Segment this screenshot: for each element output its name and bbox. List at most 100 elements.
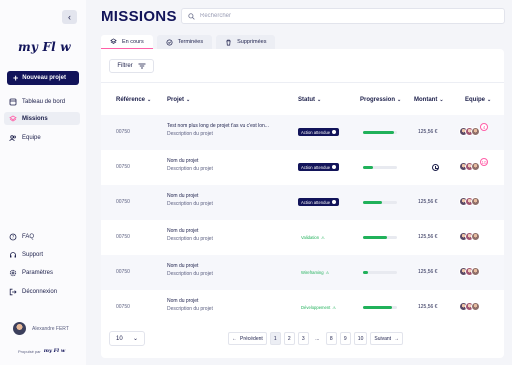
- avatar: [471, 267, 480, 276]
- arrow-right-icon: →: [394, 335, 400, 342]
- search-bar[interactable]: [181, 8, 505, 24]
- status-badge: Développement ⚠: [298, 303, 339, 311]
- powered-by-logo: my Fl w: [43, 348, 66, 354]
- status-label: Wireframing: [301, 269, 324, 275]
- table-row[interactable]: 00750 Nom du projet Description du projet A…: [101, 150, 504, 185]
- page-button[interactable]: 2: [283, 332, 295, 345]
- sidebar-item-dashboard[interactable]: Tableau de bord: [4, 95, 80, 108]
- progress-fill: [363, 131, 394, 134]
- previous-page-label: Précédent: [240, 335, 263, 342]
- rows-per-page-value: 10: [116, 335, 123, 342]
- status-badge: Action attendue: [298, 163, 340, 171]
- sidebar-item-label: Tableau de bord: [22, 98, 66, 105]
- trash-icon: [226, 39, 231, 45]
- column-header-progress[interactable]: Progression ⌄: [360, 97, 401, 103]
- powered-by: Propulsé par my Fl w: [18, 348, 65, 354]
- avatar: [471, 302, 480, 311]
- alert-icon: [332, 165, 337, 169]
- project-description: Description du projet: [167, 201, 213, 207]
- rows-per-page-select[interactable]: 10 ⌄: [109, 331, 145, 346]
- sidebar-item-settings[interactable]: Paramètres: [4, 266, 80, 279]
- dashboard-icon: [9, 98, 17, 106]
- column-header-team[interactable]: Equipe ⌄: [465, 97, 491, 103]
- warning-icon: ⚠: [321, 234, 325, 240]
- column-header-status[interactable]: Statut ⌄: [298, 97, 321, 103]
- page-button[interactable]: 8: [325, 332, 337, 345]
- chevron-down-icon: ⌄: [439, 97, 444, 103]
- table-row[interactable]: 00750 Nom du projet Description du projet A…: [101, 185, 504, 220]
- sidebar-item-label: Equipe: [22, 134, 41, 141]
- page-button[interactable]: 9: [339, 332, 351, 345]
- warning-icon: ⚠: [325, 269, 330, 275]
- sidebar-item-faq[interactable]: ? FAQ: [4, 230, 80, 243]
- progress-fill: [363, 306, 392, 309]
- headset-icon: [9, 251, 17, 259]
- tab-supprimees[interactable]: Supprimées: [216, 35, 276, 49]
- amount-cell: 125,56 €: [418, 129, 438, 135]
- table-row[interactable]: 00750 Nom du projet Description du projet W…: [101, 255, 504, 290]
- project-description: Description du projet: [167, 166, 213, 172]
- project-cell: Nom du projet Description du projet: [167, 193, 287, 207]
- chevron-down-icon: ⌄: [397, 97, 402, 103]
- sidebar-item-team[interactable]: Equipe: [4, 131, 80, 144]
- table-row[interactable]: 00750 Nom du projet Description du projet D…: [101, 290, 504, 325]
- progress-bar: [363, 166, 397, 169]
- sidebar-item-logout[interactable]: Déconnexion: [4, 285, 80, 298]
- project-description: Description du projet: [167, 236, 213, 242]
- progress-fill: [363, 201, 382, 204]
- table-row[interactable]: 00750 Nom du projet Description du projet V…: [101, 220, 504, 255]
- status-label: Action attendue: [301, 199, 331, 205]
- page-button[interactable]: 10: [353, 332, 368, 345]
- reference-cell: 00750: [116, 234, 130, 240]
- column-header-label: Projet: [167, 97, 185, 103]
- extra-members-badge[interactable]: 10: [480, 158, 488, 166]
- layers-icon: [110, 38, 117, 44]
- status-label: Action attendue: [301, 164, 331, 170]
- project-name: Nom du projet: [167, 298, 199, 304]
- page-button[interactable]: 3: [297, 332, 309, 345]
- avatar: [471, 162, 480, 171]
- reference-cell: 00750: [116, 269, 130, 275]
- column-header-project[interactable]: Projet ⌄: [167, 97, 190, 103]
- plus-icon: +: [13, 72, 19, 83]
- filter-label: Filtrer: [117, 63, 133, 69]
- next-page-button[interactable]: Suivant →: [370, 332, 404, 345]
- progress-bar: [363, 201, 397, 204]
- user-profile[interactable]: Alexandre FERT: [13, 322, 69, 335]
- column-header-label: Equipe: [465, 97, 486, 103]
- new-project-label: Nouveau projet: [22, 75, 66, 81]
- avatar: [471, 197, 480, 206]
- check-circle-icon: [166, 39, 173, 45]
- page-button[interactable]: 1: [269, 332, 281, 345]
- sidebar-item-missions[interactable]: Missions: [4, 112, 80, 125]
- tab-en-cours[interactable]: En cours: [101, 35, 153, 49]
- tab-label: En cours: [122, 38, 144, 45]
- alert-icon: [332, 130, 337, 134]
- team-icon: [9, 134, 17, 142]
- sidebar-item-label: Paramètres: [22, 269, 54, 276]
- progress-fill: [363, 236, 387, 239]
- column-header-amount[interactable]: Montant ⌄: [414, 97, 444, 103]
- status-badge: Action attendue: [298, 128, 340, 136]
- tab-label: Terminées: [177, 39, 204, 45]
- help-icon: ?: [9, 233, 17, 241]
- tab-terminees[interactable]: Terminées: [156, 35, 213, 49]
- collapse-sidebar-button[interactable]: ‹: [62, 10, 77, 24]
- project-description: Description du projet: [167, 306, 213, 312]
- project-name: Nom du projet: [167, 158, 199, 164]
- previous-page-button[interactable]: ← Précédent: [228, 332, 267, 345]
- sidebar-item-support[interactable]: Support: [4, 248, 80, 261]
- extra-members-badge[interactable]: 4: [480, 123, 488, 131]
- new-project-button[interactable]: + Nouveau projet: [7, 71, 79, 85]
- progress-bar: [363, 306, 397, 309]
- search-input[interactable]: [200, 13, 480, 19]
- divider: [101, 82, 504, 83]
- chevron-down-icon: ⌄: [317, 97, 322, 103]
- filter-button[interactable]: Filtrer: [109, 59, 154, 73]
- project-description: Description du projet: [167, 131, 213, 137]
- column-header-reference[interactable]: Référence ⌄: [116, 97, 151, 103]
- progress-bar: [363, 236, 397, 239]
- table-row[interactable]: 00750 Test nom plus long de projet t'as v…: [101, 115, 504, 150]
- project-cell: Test nom plus long de projet t'as vu c'e…: [167, 123, 287, 137]
- status-badge: Wireframing ⚠: [298, 268, 332, 276]
